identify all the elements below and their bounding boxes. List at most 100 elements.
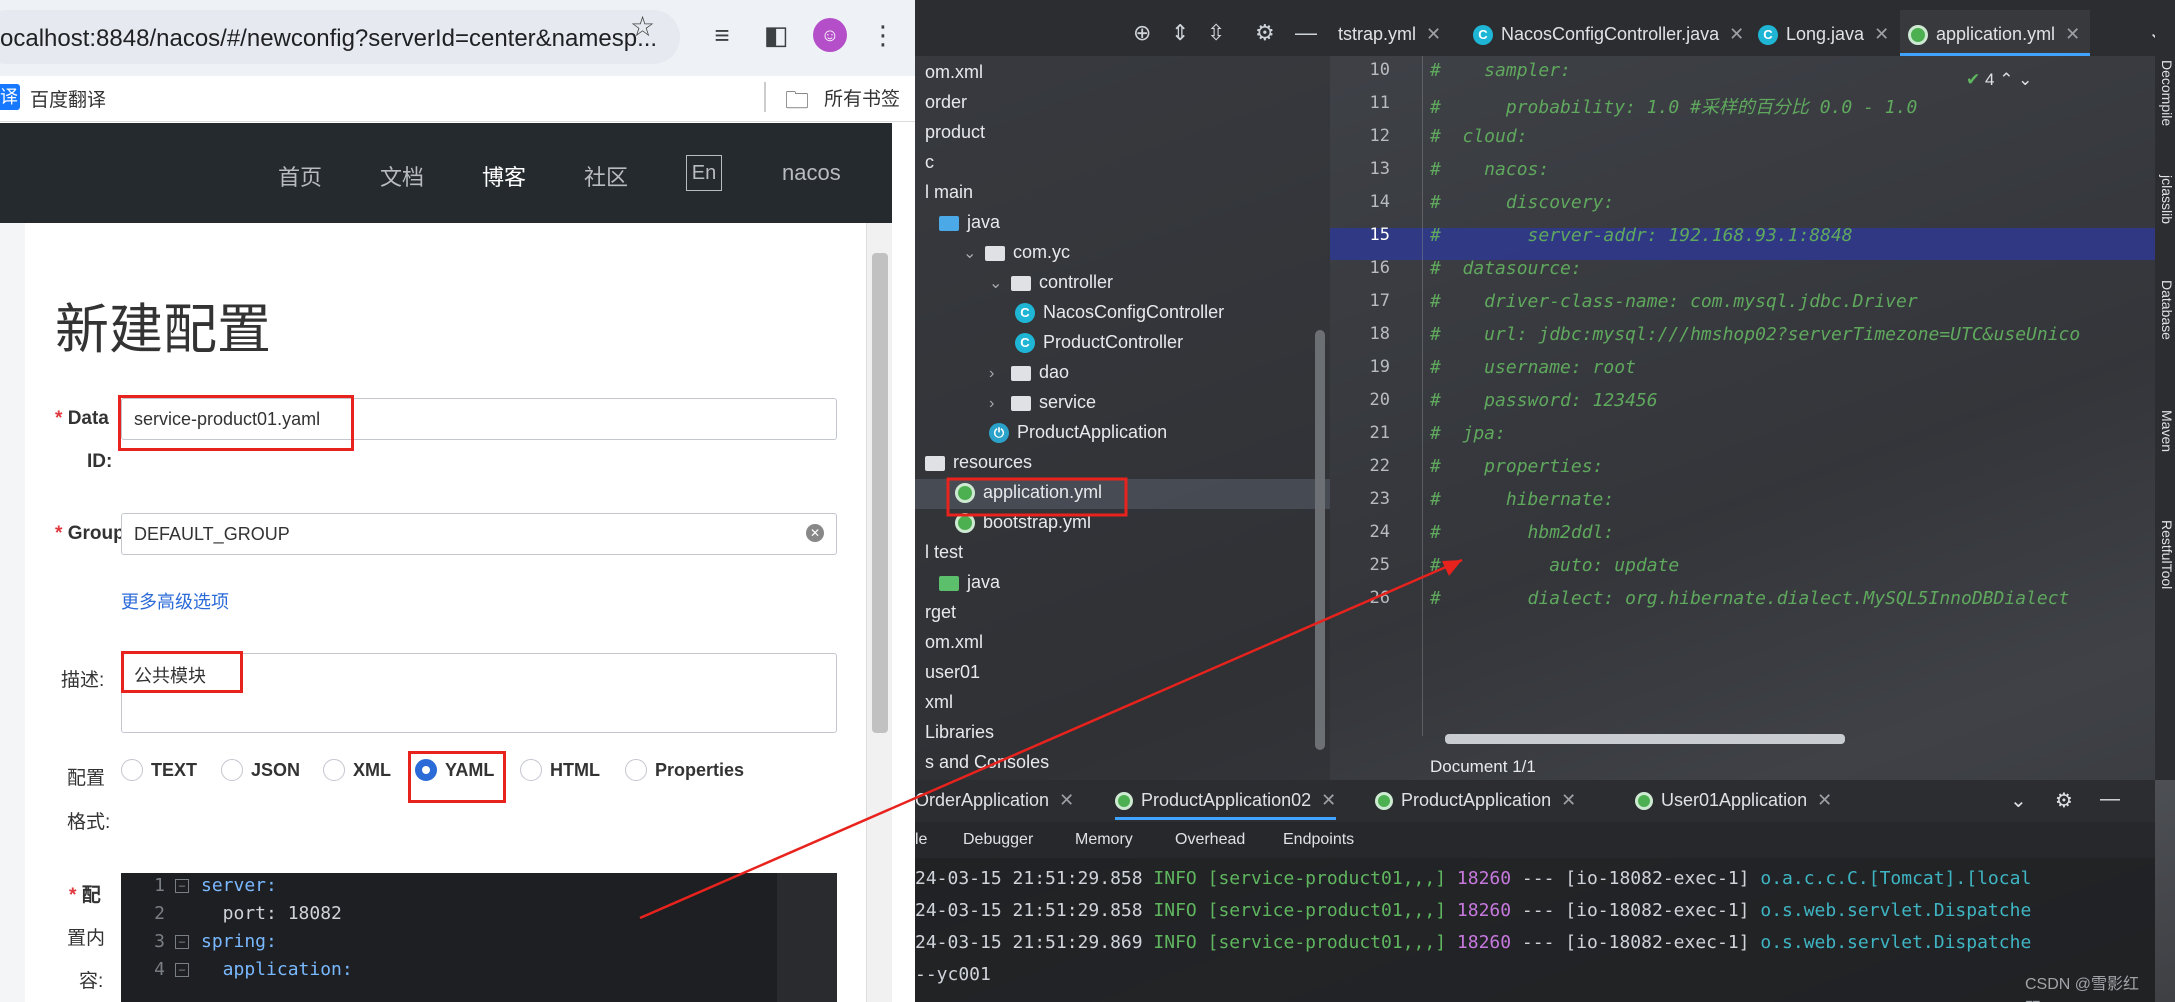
- gear-icon[interactable]: ⚙: [1255, 20, 1275, 46]
- chevron-right-icon[interactable]: ›: [989, 395, 1005, 413]
- code-line[interactable]: # discovery:: [1430, 192, 1614, 213]
- code-line[interactable]: # jpa:: [1430, 423, 1506, 444]
- scroll-thumb[interactable]: [872, 253, 888, 733]
- nav-community[interactable]: 社区: [584, 160, 628, 192]
- code-line[interactable]: # cloud:: [1430, 126, 1528, 147]
- chevron-down-icon[interactable]: ⌄: [2010, 788, 2027, 813]
- close-icon[interactable]: ✕: [1561, 790, 1576, 810]
- fold-icon[interactable]: −: [175, 963, 189, 977]
- format-radio-xml[interactable]: XML: [323, 759, 391, 789]
- tree-item[interactable]: user01: [925, 662, 980, 683]
- code-minimap[interactable]: [777, 873, 837, 1002]
- close-icon[interactable]: ✕: [1059, 790, 1074, 810]
- tree-item[interactable]: om.xml: [925, 62, 983, 83]
- code-line[interactable]: # auto: update: [1430, 555, 1679, 576]
- gear-icon[interactable]: ⚙: [2055, 788, 2073, 813]
- tree-item[interactable]: resources: [925, 452, 1032, 473]
- yaml-code-editor[interactable]: 1− server: 2 port: 18082 3− spring: 4− app…: [121, 873, 837, 1002]
- code-line[interactable]: # url: jdbc:mysql:///hmshop02?serverTime…: [1430, 324, 2080, 345]
- tree-item[interactable]: ⏻ ProductApplication: [989, 422, 1167, 444]
- tool-window-button[interactable]: Decompile: [2155, 60, 2175, 126]
- radio-dot[interactable]: [625, 759, 647, 782]
- nav-home[interactable]: 首页: [278, 160, 322, 192]
- run-config-tab[interactable]: User01Application ✕: [1635, 790, 1832, 811]
- group-input[interactable]: DEFAULT_GROUP ✕: [121, 513, 837, 555]
- radio-dot[interactable]: [520, 759, 542, 782]
- tree-item[interactable]: l main: [925, 182, 973, 203]
- code-line[interactable]: # probability: 1.0 #采样的百分比 0.0 - 1.0: [1430, 93, 1917, 119]
- editor-tab[interactable]: application.yml ✕: [1900, 10, 2091, 56]
- run-subtab[interactable]: Overhead: [1175, 831, 1245, 849]
- address-bar[interactable]: ocalhost:8848/nacos/#/newconfig?serverId…: [0, 10, 680, 64]
- clear-icon[interactable]: ✕: [806, 524, 824, 542]
- format-radio-html[interactable]: HTML: [520, 759, 600, 789]
- minimize-icon[interactable]: —: [1295, 20, 1317, 46]
- folder-icon[interactable]: 🗀: [785, 83, 809, 124]
- code-line[interactable]: # sampler:: [1430, 60, 1571, 81]
- nav-blog[interactable]: 博客: [482, 160, 526, 192]
- expand-all-icon[interactable]: ⇕: [1171, 20, 1189, 46]
- run-subtab[interactable]: Debugger: [963, 831, 1033, 849]
- inspection-widget[interactable]: ✔ 4 ⌃ ⌄: [1966, 70, 2032, 90]
- tree-item[interactable]: c: [925, 152, 934, 173]
- format-radio-properties[interactable]: Properties: [625, 759, 744, 789]
- url-text[interactable]: ocalhost:8848/nacos/#/newconfig?serverId…: [0, 25, 657, 53]
- tool-window-button[interactable]: RestfulTool: [2155, 520, 2175, 589]
- tree-item[interactable]: om.xml: [925, 632, 983, 653]
- code-line[interactable]: # username: root: [1430, 357, 1636, 378]
- tree-item[interactable]: C ProductController: [1015, 332, 1183, 354]
- run-subtab[interactable]: le: [915, 831, 927, 849]
- editor-hscrollbar[interactable]: [1445, 734, 1845, 744]
- code-line[interactable]: # nacos:: [1430, 159, 1549, 180]
- code-line[interactable]: # driver-class-name: com.mysql.jdbc.Driv…: [1430, 291, 1918, 312]
- tree-item[interactable]: application.yml: [955, 482, 1102, 504]
- chevron-right-icon[interactable]: ›: [989, 365, 1005, 383]
- nav-brand[interactable]: nacos: [782, 160, 841, 186]
- tree-item[interactable]: ⌄ com.yc: [963, 242, 1070, 263]
- code-line[interactable]: # dialect: org.hibernate.dialect.MySQL5I…: [1430, 588, 2069, 609]
- radio-dot[interactable]: [221, 759, 243, 782]
- tool-window-button[interactable]: jclasslib: [2155, 175, 2175, 224]
- tree-item[interactable]: rget: [925, 602, 956, 623]
- profile-avatar-icon[interactable]: ☺: [813, 18, 847, 52]
- fold-icon[interactable]: −: [175, 879, 189, 893]
- fold-icon[interactable]: −: [175, 935, 189, 949]
- tree-item[interactable]: java: [939, 572, 1000, 593]
- close-icon[interactable]: ✕: [1426, 24, 1441, 44]
- code-line[interactable]: # server-addr: 192.168.93.1:8848: [1430, 225, 1853, 246]
- advanced-options-link[interactable]: 更多高级选项: [121, 588, 229, 614]
- editor-tab[interactable]: tstrap.yml ✕: [1330, 10, 1451, 56]
- tree-item[interactable]: s and Consoles: [925, 752, 1049, 773]
- code-line[interactable]: # datasource:: [1430, 258, 1582, 279]
- run-config-tab[interactable]: ProductApplication ✕: [1375, 790, 1576, 811]
- sidebar-toggle-icon[interactable]: ◧: [759, 18, 793, 52]
- run-subtab[interactable]: Endpoints: [1283, 831, 1354, 849]
- close-icon[interactable]: ✕: [1729, 24, 1744, 44]
- page-scrollbar[interactable]: [866, 223, 892, 1002]
- close-icon[interactable]: ✕: [1817, 790, 1832, 810]
- locate-icon[interactable]: ⊕: [1133, 20, 1151, 46]
- bookmark-baidu-translate[interactable]: 百度翻译: [30, 85, 106, 112]
- code-line[interactable]: # properties:: [1430, 456, 1603, 477]
- translate-icon[interactable]: 译: [0, 84, 20, 110]
- code-line[interactable]: # hibernate:: [1430, 489, 1614, 510]
- close-icon[interactable]: ✕: [1874, 24, 1889, 44]
- chevron-down-icon[interactable]: ⌄: [963, 243, 979, 263]
- radio-dot[interactable]: [121, 759, 143, 782]
- minimize-icon[interactable]: —: [2100, 788, 2120, 811]
- tree-item[interactable]: Libraries: [925, 722, 994, 743]
- tree-item[interactable]: ⌄ controller: [989, 272, 1113, 293]
- tool-window-button[interactable]: Database: [2155, 280, 2175, 340]
- tree-item[interactable]: xml: [925, 692, 953, 713]
- tree-item[interactable]: bootstrap.yml: [955, 512, 1091, 534]
- tree-item[interactable]: › dao: [989, 362, 1069, 383]
- tree-item[interactable]: › service: [989, 392, 1096, 413]
- chevron-down-icon[interactable]: ⌄: [989, 273, 1005, 293]
- run-config-tab[interactable]: OrderApplication ✕: [915, 790, 1074, 811]
- media-control-icon[interactable]: ≡: [705, 18, 739, 52]
- editor-tab[interactable]: C NacosConfigController.java ✕: [1465, 10, 1754, 56]
- collapse-all-icon[interactable]: ⇳: [1207, 20, 1225, 46]
- editor-tab[interactable]: C Long.java ✕: [1750, 10, 1899, 56]
- format-radio-text[interactable]: TEXT: [121, 759, 197, 789]
- language-toggle[interactable]: En: [686, 155, 722, 191]
